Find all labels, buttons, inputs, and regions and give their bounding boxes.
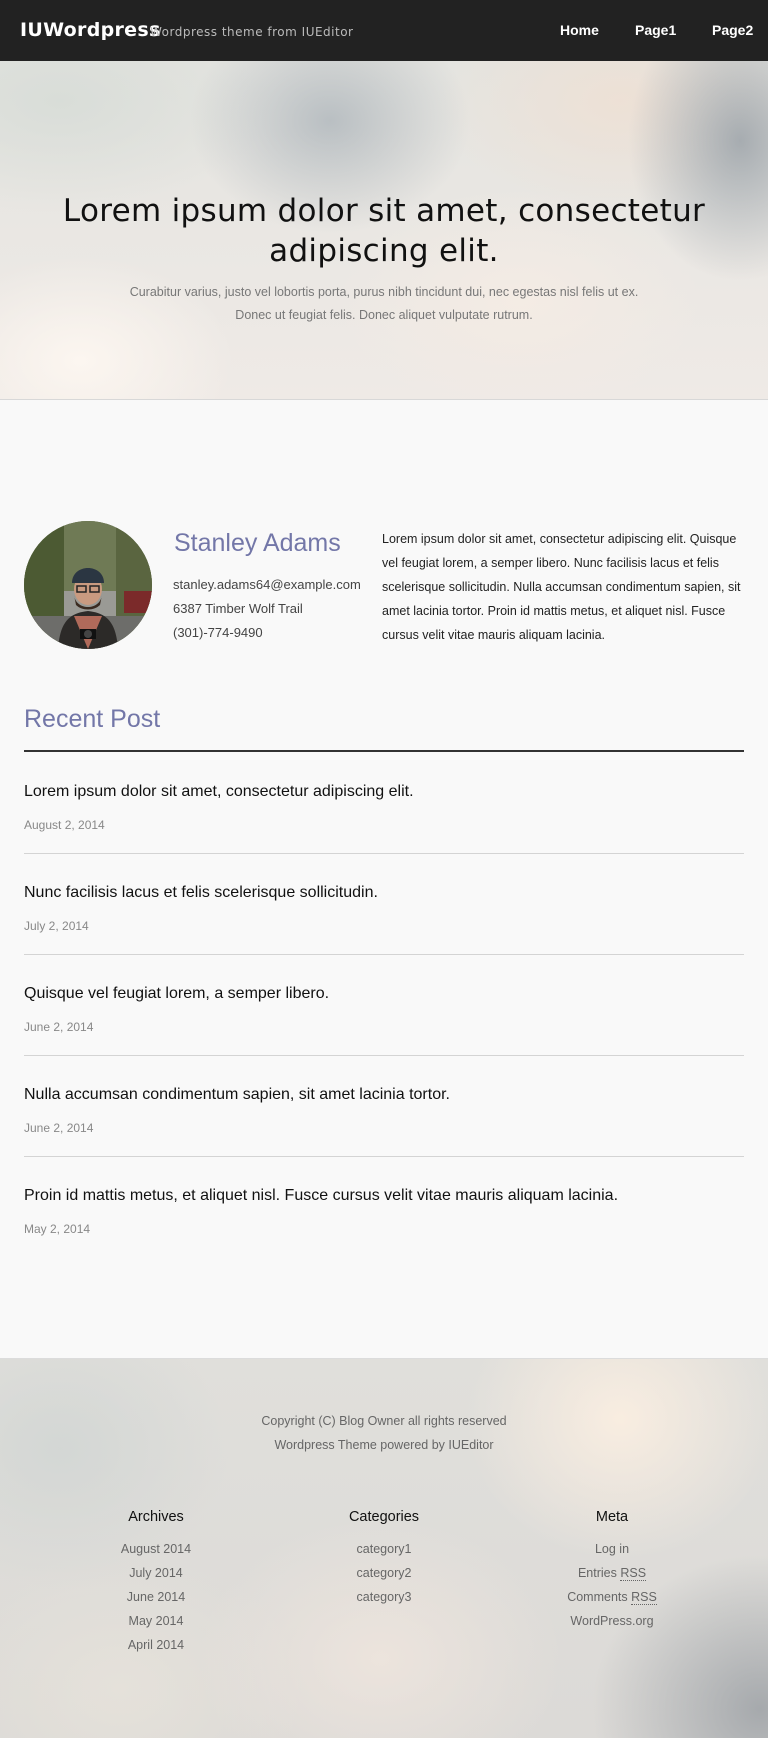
- hero-subtitle-line1: Curabitur varius, justo vel lobortis por…: [129, 285, 639, 299]
- post-date: August 2, 2014: [24, 818, 105, 832]
- hero-title: Lorem ipsum dolor sit amet, consectetur …: [62, 193, 706, 269]
- hero-banner: Lorem ipsum dolor sit amet, consectetur …: [0, 61, 768, 400]
- hero-subtitle: Curabitur varius, justo vel lobortis por…: [114, 281, 654, 327]
- post-date: July 2, 2014: [24, 919, 89, 933]
- meta-heading: Meta: [595, 1509, 629, 1525]
- post-title-link[interactable]: Nunc facilisis lacus et felis scelerisqu…: [24, 884, 378, 902]
- site-footer: Copyright (C) Blog Owner all rights rese…: [0, 1358, 768, 1738]
- archives-heading: Archives: [128, 1509, 184, 1525]
- category-link[interactable]: category1: [284, 1537, 484, 1561]
- post-title-link[interactable]: Lorem ipsum dolor sit amet, consectetur …: [24, 783, 414, 801]
- post-date: June 2, 2014: [24, 1020, 94, 1034]
- post-item: Quisque vel feugiat lorem, a semper libe…: [24, 955, 744, 1056]
- entries-rss-link[interactable]: Entries RSS: [512, 1561, 712, 1585]
- comments-rss-label: Comments: [567, 1590, 628, 1604]
- post-item: Nulla accumsan condimentum sapien, sit a…: [24, 1056, 744, 1157]
- nav-page2-link[interactable]: Page2: [712, 22, 753, 38]
- rss-abbr: RSS: [620, 1566, 647, 1581]
- recent-post-heading: Recent Post: [24, 705, 161, 733]
- footer-categories-widget: Categories category1 category2 category3: [284, 1509, 484, 1609]
- post-title-link[interactable]: Quisque vel feugiat lorem, a semper libe…: [24, 985, 329, 1003]
- profile-bio: Lorem ipsum dolor sit amet, consectetur …: [382, 532, 741, 642]
- footer-archives-widget: Archives August 2014 July 2014 June 2014…: [56, 1509, 256, 1657]
- profile-phone: (301)-774-9490: [173, 625, 263, 640]
- site-title[interactable]: IUWordpress: [20, 19, 161, 41]
- post-item: Nunc facilisis lacus et felis scelerisqu…: [24, 854, 744, 955]
- entries-rss-label: Entries: [577, 1566, 617, 1580]
- archive-link[interactable]: April 2014: [56, 1633, 256, 1657]
- profile-email[interactable]: stanley.adams64@example.com: [173, 577, 361, 592]
- avatar-photo: [24, 521, 152, 649]
- avatar: [24, 521, 152, 649]
- top-navbar: IUWordpress Wordpress theme from IUEdito…: [0, 0, 768, 61]
- comments-rss-link[interactable]: Comments RSS: [512, 1585, 712, 1609]
- category-link[interactable]: category3: [284, 1585, 484, 1609]
- post-item: Proin id mattis metus, et aliquet nisl. …: [24, 1157, 744, 1258]
- post-item: Lorem ipsum dolor sit amet, consectetur …: [24, 753, 744, 854]
- post-date: June 2, 2014: [24, 1121, 94, 1135]
- archive-link[interactable]: August 2014: [56, 1537, 256, 1561]
- archive-link[interactable]: June 2014: [56, 1585, 256, 1609]
- footer-meta-widget: Meta Log in Entries RSS Comments RSS Wor…: [512, 1509, 712, 1633]
- post-title-link[interactable]: Proin id mattis metus, et aliquet nisl. …: [24, 1187, 618, 1205]
- archive-link[interactable]: May 2014: [56, 1609, 256, 1633]
- profile-name: Stanley Adams: [174, 529, 341, 557]
- rss-abbr: RSS: [631, 1590, 657, 1605]
- recent-post-divider: [24, 750, 744, 752]
- profile-address: 6387 Timber Wolf Trail: [173, 601, 303, 616]
- post-title-link[interactable]: Nulla accumsan condimentum sapien, sit a…: [24, 1086, 450, 1104]
- nav-page1-link[interactable]: Page1: [635, 22, 676, 38]
- post-date: May 2, 2014: [24, 1222, 91, 1236]
- categories-heading: Categories: [348, 1509, 420, 1525]
- footer-powered-by: Wordpress Theme powered by IUEditor: [274, 1438, 494, 1452]
- site-tagline: Wordpress theme from IUEditor: [150, 25, 354, 39]
- wordpress-org-link[interactable]: WordPress.org: [512, 1609, 712, 1633]
- nav-home-link[interactable]: Home: [560, 22, 599, 38]
- hero-subtitle-line2: Donec ut feugiat felis. Donec aliquet vu…: [235, 308, 533, 322]
- login-link[interactable]: Log in: [512, 1537, 712, 1561]
- archive-link[interactable]: July 2014: [56, 1561, 256, 1585]
- footer-copyright: Copyright (C) Blog Owner all rights rese…: [261, 1414, 507, 1428]
- category-link[interactable]: category2: [284, 1561, 484, 1585]
